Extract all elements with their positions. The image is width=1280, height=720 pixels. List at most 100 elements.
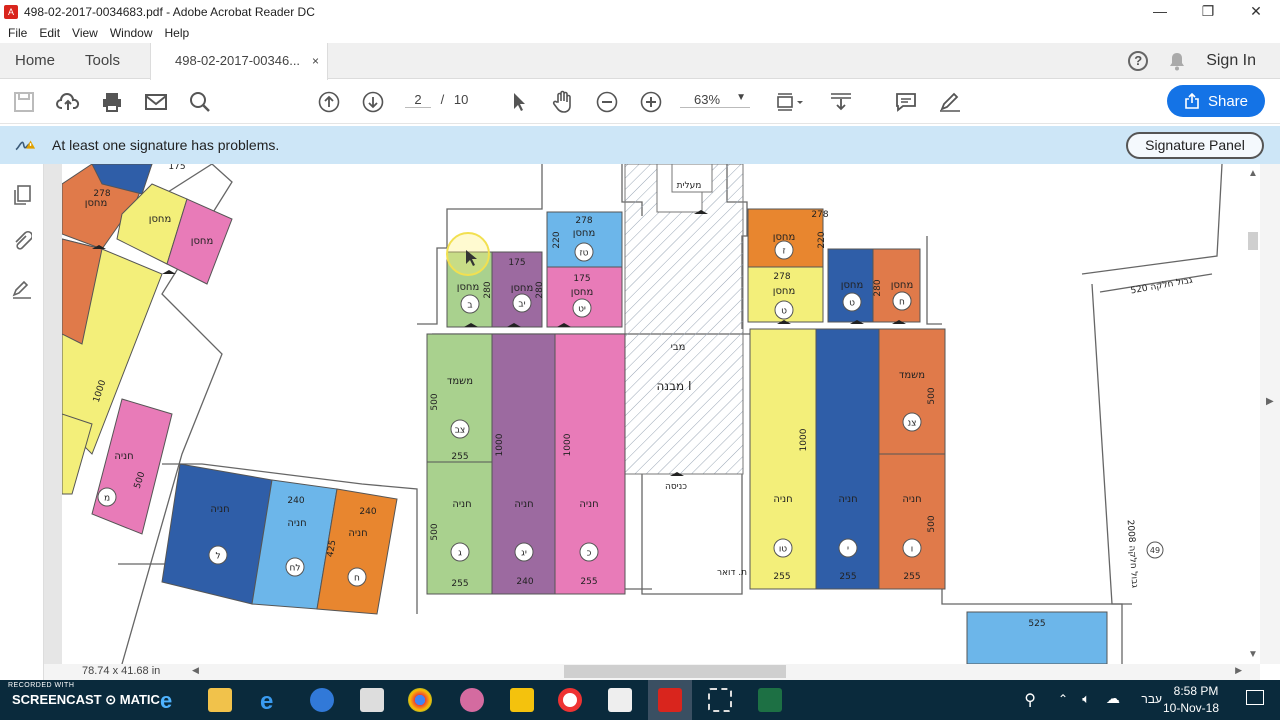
shop-label: חניה xyxy=(838,494,857,505)
volume-icon[interactable]: 🔈︎ xyxy=(1082,691,1090,707)
dimension-label: 255 xyxy=(451,452,468,462)
share-button[interactable]: Share xyxy=(1167,85,1265,117)
restore-button[interactable]: ❐ xyxy=(1184,0,1232,23)
next-page-icon[interactable] xyxy=(361,90,385,114)
unit-letter: ח xyxy=(354,574,360,584)
clock-time[interactable]: 8:58 PM xyxy=(1166,684,1226,698)
snipping-tool-icon[interactable] xyxy=(708,688,732,712)
unit-letter: לח xyxy=(290,564,301,574)
clock-date[interactable]: 10-Nov-18 xyxy=(1156,701,1226,715)
signature-panel-button[interactable]: Signature Panel xyxy=(1126,132,1264,159)
comment-icon[interactable] xyxy=(894,90,918,114)
menu-window[interactable]: Window xyxy=(110,26,153,40)
email-icon[interactable] xyxy=(144,90,168,114)
menu-bar: File Edit View Window Help xyxy=(0,23,1280,43)
drive-icon[interactable] xyxy=(510,688,534,712)
tab-home[interactable]: Home xyxy=(15,43,55,79)
storage-label: מחסן xyxy=(511,283,534,294)
horizontal-scroll-thumb[interactable] xyxy=(564,665,786,678)
tab-close-button[interactable]: × xyxy=(312,43,319,79)
file-explorer-icon[interactable] xyxy=(208,688,232,712)
right-panel-toggle-icon[interactable]: ▶ xyxy=(1266,396,1274,407)
attachment-icon[interactable] xyxy=(10,230,34,254)
shop-label: חניה xyxy=(514,499,533,510)
sign-in-link[interactable]: Sign In xyxy=(1206,52,1256,70)
title-bar: A 498-02-2017-0034683.pdf - Adobe Acroba… xyxy=(0,0,1280,23)
pdf-page: מחסן מחסן מחסן מחסן מחסן מחסן מחסן מחסן מחסן מחסן… xyxy=(61,164,1246,664)
select-cursor-icon[interactable] xyxy=(507,90,531,114)
zoom-out-icon[interactable] xyxy=(595,90,619,114)
post-label: ת. דואר xyxy=(717,568,747,578)
notifications-icon[interactable] xyxy=(1246,690,1264,705)
dimension-label: 240 xyxy=(287,496,304,506)
dimension-label: 255 xyxy=(839,572,856,582)
document-viewport[interactable]: מחסן מחסן מחסן מחסן מחסן מחסן מחסן מחסן מחסן מחסן… xyxy=(44,164,1246,664)
calculator-icon[interactable] xyxy=(360,688,384,712)
people-icon[interactable]: ⚲ xyxy=(1024,690,1036,710)
close-window-button[interactable]: ✕ xyxy=(1232,0,1280,23)
video-editor-icon[interactable] xyxy=(608,688,632,712)
menu-view[interactable]: View xyxy=(72,26,98,40)
signature-warning-icon xyxy=(15,140,36,151)
vertical-scrollbar[interactable]: ▲ ▼ xyxy=(1246,164,1260,664)
highlight-pen-icon[interactable] xyxy=(938,90,962,114)
unit-letter: ב xyxy=(467,301,472,311)
print-icon[interactable] xyxy=(100,90,124,114)
dimension-label: 175 xyxy=(508,258,525,268)
signature-icon[interactable] xyxy=(10,278,34,302)
storage-label: מחסן xyxy=(891,280,914,291)
hscroll-left-arrow[interactable]: ◀ xyxy=(192,665,199,676)
bell-icon[interactable] xyxy=(1168,51,1186,71)
menu-edit[interactable]: Edit xyxy=(39,26,60,40)
zoom-select[interactable]: 63% ▼ xyxy=(680,92,750,108)
unit-letter: טז xyxy=(580,249,589,259)
dimension-label: 240 xyxy=(359,507,376,517)
cloud-icon[interactable]: ☁ xyxy=(1106,690,1120,707)
boundary-label: גבול חלקה 520 xyxy=(1130,276,1194,297)
chevron-down-icon: ▼ xyxy=(736,92,746,103)
page-fit-icon[interactable] xyxy=(774,90,806,114)
tab-tools[interactable]: Tools xyxy=(85,43,120,79)
scroll-thumb[interactable] xyxy=(1248,232,1258,250)
excel-icon[interactable] xyxy=(758,688,782,712)
help-icon[interactable]: ? xyxy=(1128,51,1149,71)
tab-bar: Home Tools 498-02-2017-00346... × ? Sign… xyxy=(0,43,1280,80)
hand-tool-icon[interactable] xyxy=(551,90,575,114)
status-bar: 78.74 x 41.68 in ◀ ▶ xyxy=(44,664,1260,680)
scroll-up-arrow[interactable]: ▲ xyxy=(1248,168,1258,179)
upload-cloud-icon[interactable] xyxy=(56,90,80,114)
unit-letter: ג xyxy=(458,549,462,559)
page-number-input[interactable]: 2 xyxy=(405,92,431,108)
parcel-number: 49 xyxy=(1150,546,1160,555)
onedrive-icon[interactable] xyxy=(310,688,334,712)
edge-icon[interactable]: e xyxy=(260,688,284,715)
header-right: ? Sign In xyxy=(1128,43,1256,79)
menu-help[interactable]: Help xyxy=(165,26,190,40)
pages-icon[interactable] xyxy=(10,184,34,208)
dimension-label: 1000 xyxy=(563,433,573,456)
minimize-button[interactable]: — xyxy=(1136,0,1184,23)
dimension-label: 175 xyxy=(573,274,590,284)
chrome-icon[interactable] xyxy=(408,688,432,712)
search-icon[interactable] xyxy=(188,90,212,114)
previous-page-icon[interactable] xyxy=(317,90,341,114)
save-icon[interactable] xyxy=(12,90,36,114)
storage-label: מחסן xyxy=(841,280,864,291)
dimension-label: 525 xyxy=(1028,619,1045,629)
ie-icon[interactable]: e xyxy=(160,688,184,713)
tray-chevron-icon[interactable]: ⌃ xyxy=(1058,692,1068,706)
floor-plan-drawing: מחסן מחסן מחסן מחסן מחסן מחסן מחסן מחסן מחסן מחסן… xyxy=(61,164,1223,664)
scroll-mode-icon[interactable] xyxy=(829,90,853,114)
dimension-label: 280 xyxy=(535,281,545,298)
toolbar: 2 / 10 63% ▼ Share xyxy=(0,80,1280,124)
dimension-label: 220 xyxy=(552,231,562,248)
tab-document[interactable]: 498-02-2017-00346... × xyxy=(150,43,328,80)
acrobat-taskbar-icon[interactable] xyxy=(658,688,682,712)
menu-file[interactable]: File xyxy=(8,26,27,40)
record-icon[interactable] xyxy=(558,688,582,712)
zoom-in-icon[interactable] xyxy=(639,90,663,114)
scroll-down-arrow[interactable]: ▼ xyxy=(1248,649,1258,660)
dimension-label: 175 xyxy=(168,164,185,172)
hscroll-right-arrow[interactable]: ▶ xyxy=(1235,665,1242,676)
paint-icon[interactable] xyxy=(460,688,484,712)
